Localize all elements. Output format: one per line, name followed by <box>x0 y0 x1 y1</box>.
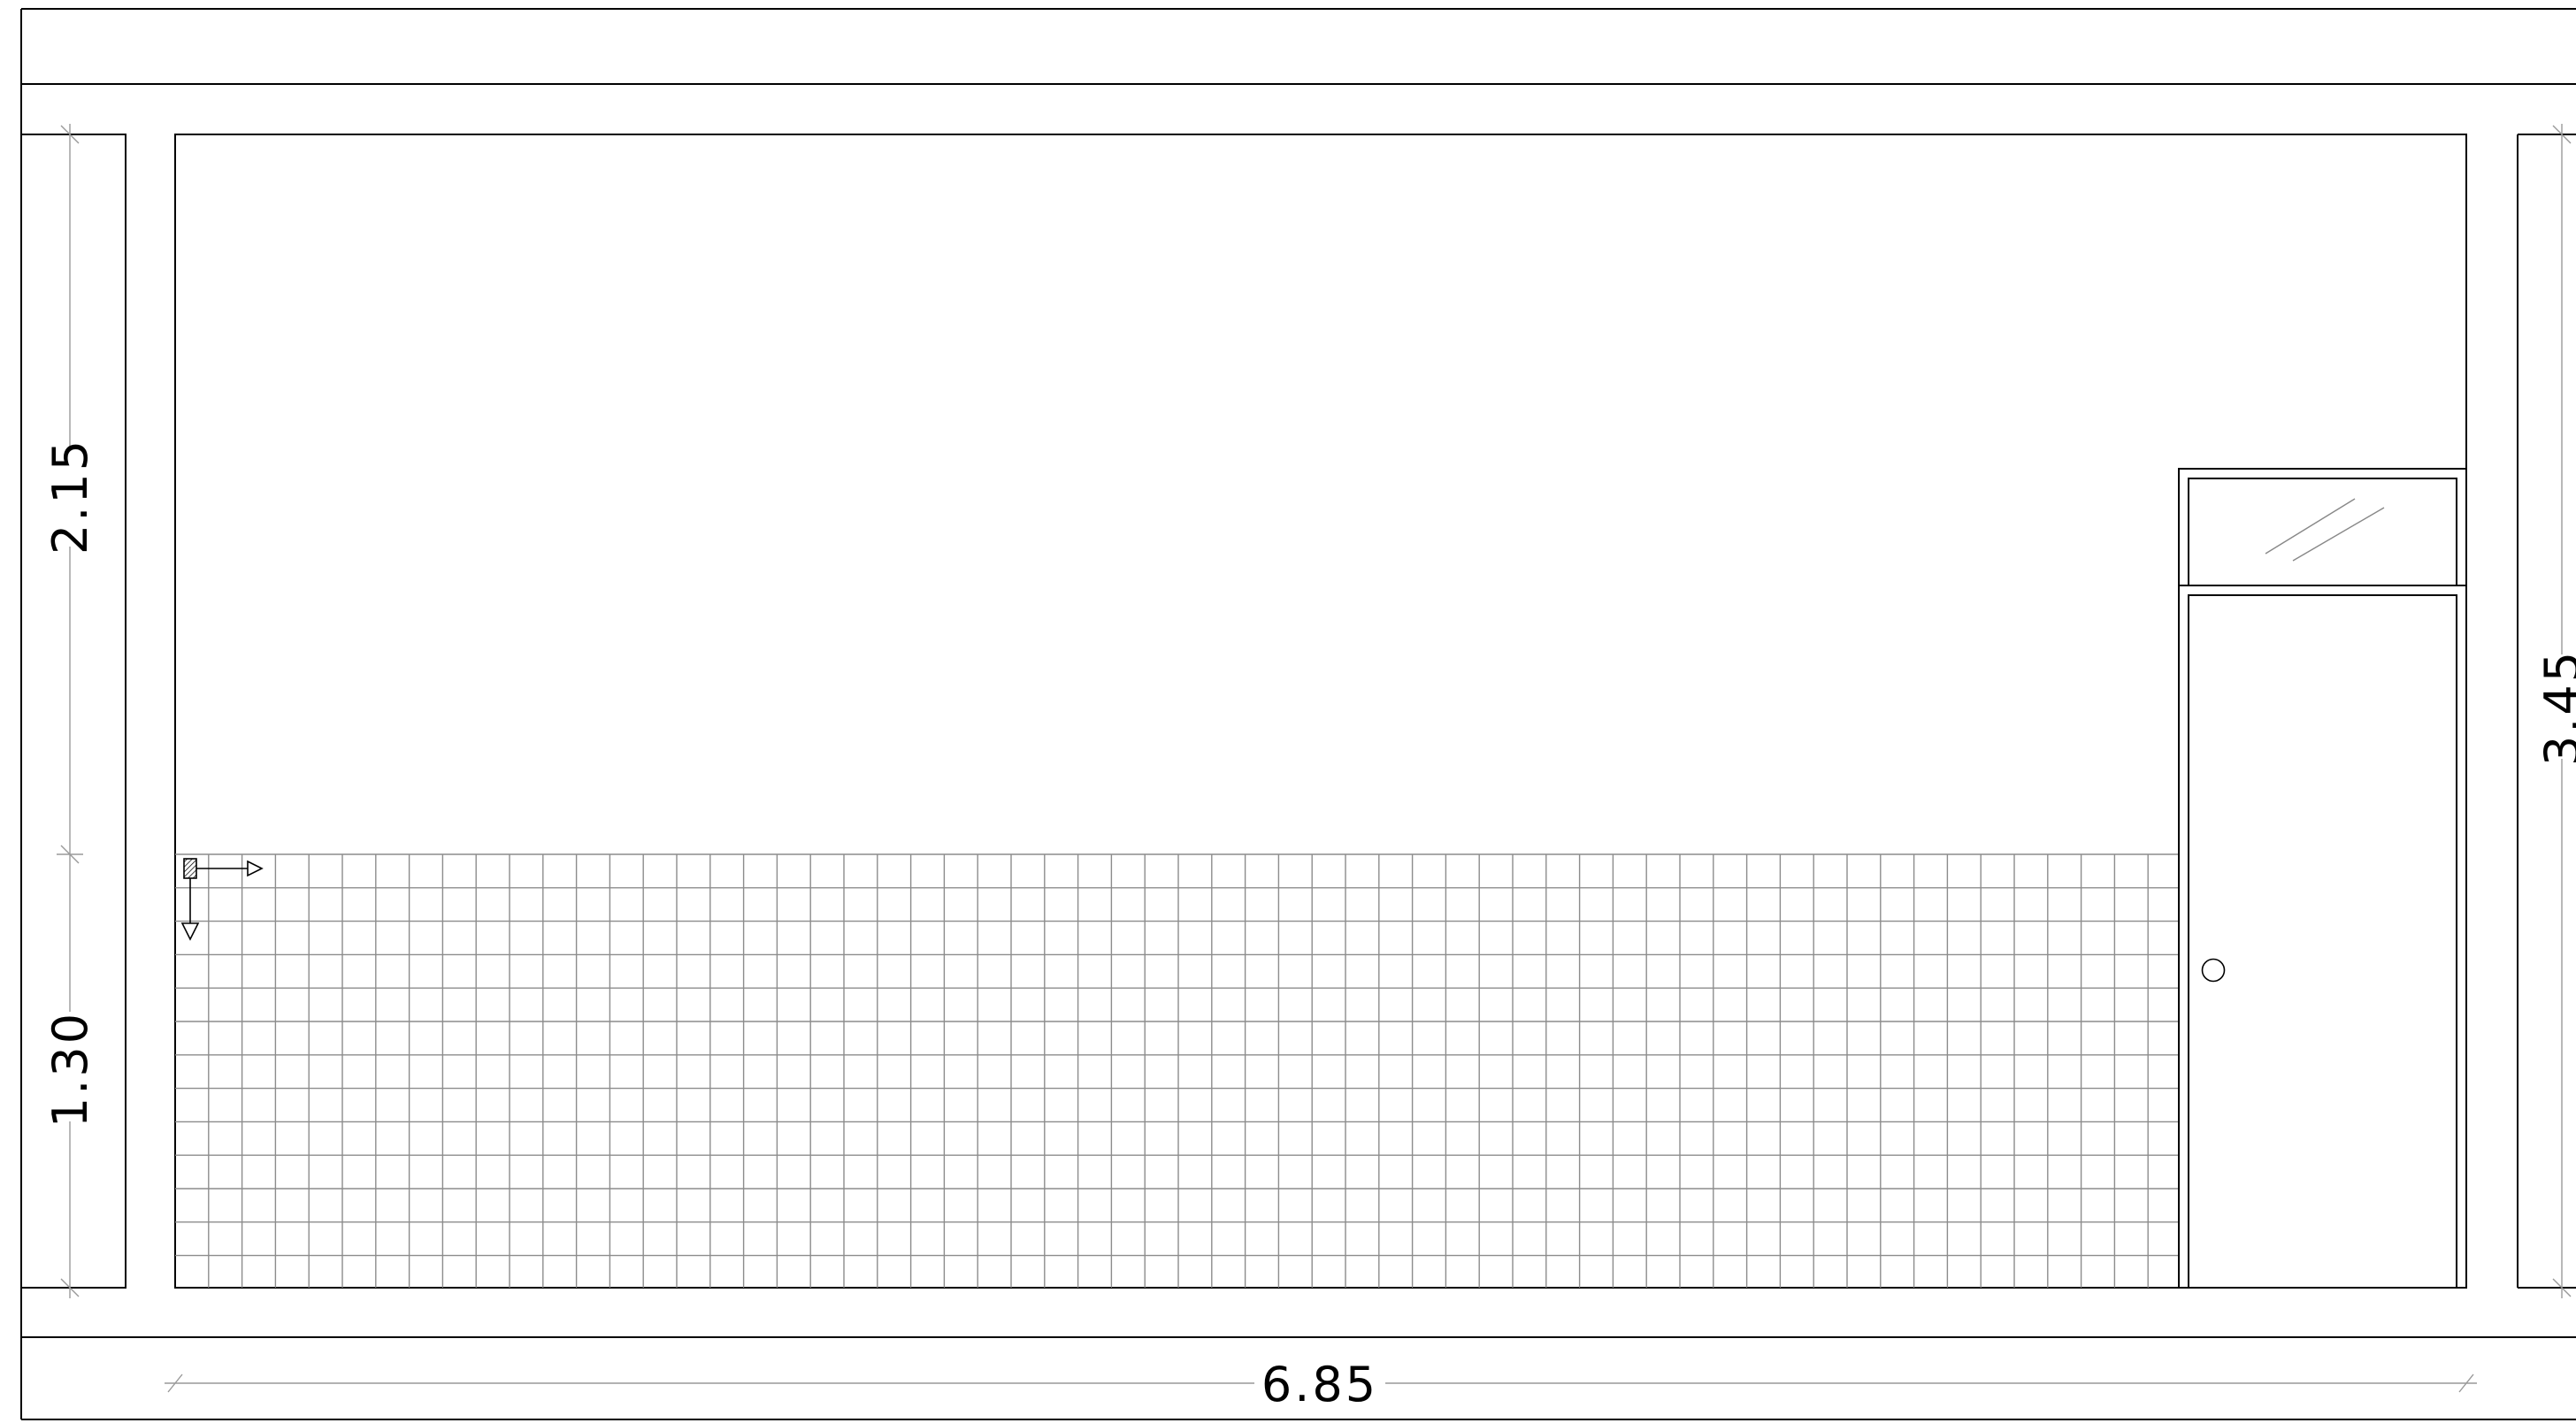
door <box>2178 468 2467 1289</box>
door-frame <box>2178 468 2467 1289</box>
wall-elevation-drawing: 2.15 1.30 3.45 6.85 <box>20 8 2576 1420</box>
arrowhead-right-icon <box>247 860 264 877</box>
total-width-dimension: 6.85 <box>1261 1357 1378 1412</box>
glass-hatch-line <box>2265 498 2356 555</box>
hatched-start-tile <box>183 858 197 879</box>
tile-start-marker <box>180 858 264 941</box>
upper-height-dimension: 2.15 <box>42 438 98 555</box>
arrowhead-down-icon <box>180 922 200 941</box>
total-height-dimension: 3.45 <box>2534 649 2576 766</box>
tile-grid <box>175 853 2179 1288</box>
door-knob <box>2201 958 2226 983</box>
lower-height-dimension: 1.30 <box>42 1011 98 1128</box>
wall-elevation <box>174 134 2467 1289</box>
door-leaf <box>2188 594 2457 1289</box>
drawing-frame <box>20 8 2576 1420</box>
transom-window <box>2188 478 2457 586</box>
glass-hatch-line <box>2292 507 2385 562</box>
